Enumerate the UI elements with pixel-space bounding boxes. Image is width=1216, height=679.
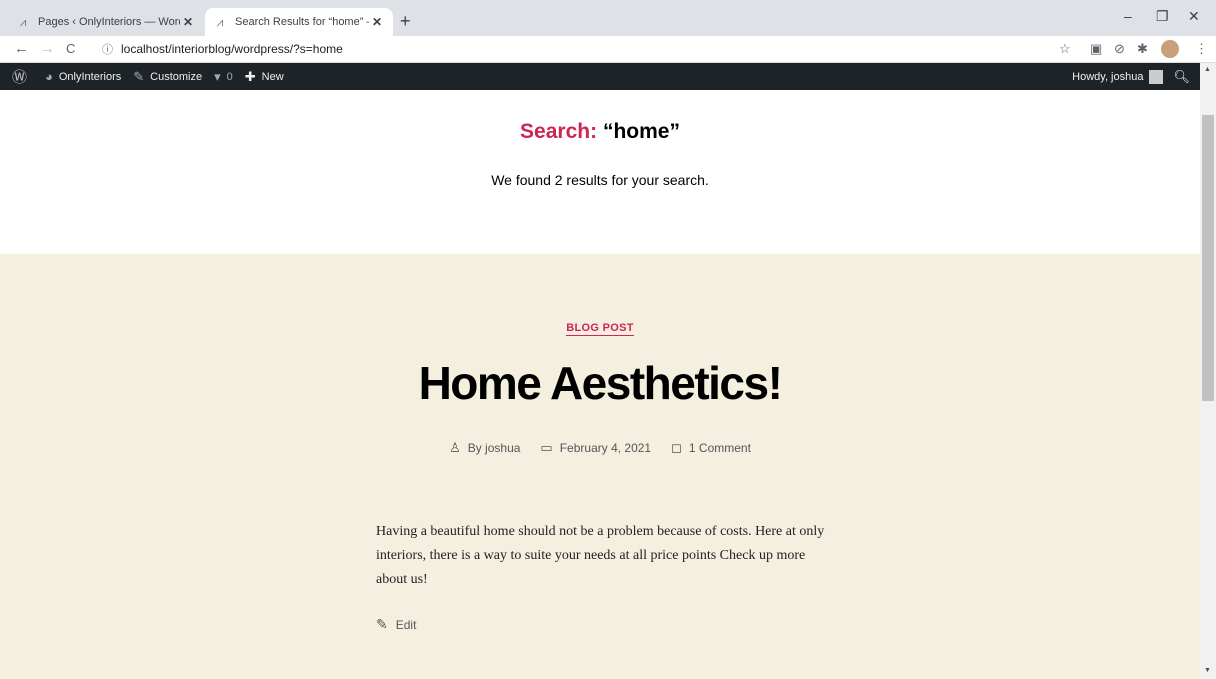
post-title[interactable]: Home Aesthetics! <box>0 356 1200 410</box>
calendar-icon: ▭ <box>540 440 553 455</box>
post-author[interactable]: ♙ By joshua <box>449 440 520 456</box>
site-name-menu[interactable]: ◕ OnlyInteriors <box>45 69 121 84</box>
wordpress-favicon-icon: ⩘ <box>216 15 224 29</box>
restore-button[interactable]: ❐ <box>1156 8 1169 25</box>
post-card: BLOG POST Home Aesthetics! ♙ By joshua ▭… <box>0 254 1200 679</box>
tab-close-icon[interactable]: ✕ <box>369 15 385 29</box>
comment-icon: ◻ <box>671 440 682 455</box>
tab-pages[interactable]: ⩘ Pages ‹ OnlyInteriors — WordPre ✕ <box>8 8 204 36</box>
brush-icon: ✎ <box>133 68 145 84</box>
search-query: “home” <box>602 120 680 143</box>
profile-avatar[interactable] <box>1161 40 1179 58</box>
extension-clock-icon[interactable]: ⊘ <box>1114 41 1125 57</box>
address-bar[interactable]: ⓘ localhost/interiorblog/wordpress/?s=ho… <box>90 38 1080 60</box>
wordpress-favicon-icon: ⩘ <box>19 15 27 29</box>
tab-title: Pages ‹ OnlyInteriors — WordPre <box>38 16 180 28</box>
page-scrollbar[interactable]: ▲ ▼ <box>1200 63 1216 679</box>
tab-close-icon[interactable]: ✕ <box>180 15 196 29</box>
search-icon[interactable]: 🔍︎ <box>1173 69 1190 85</box>
tab-title: Search Results for “home” – Only <box>235 16 369 28</box>
howdy-user-menu[interactable]: Howdy, joshua <box>1072 71 1143 83</box>
scrollbar-thumb[interactable] <box>1202 115 1214 401</box>
info-icon[interactable]: ⓘ <box>102 41 113 57</box>
minimize-button[interactable]: – <box>1124 8 1132 24</box>
user-icon: ♙ <box>449 440 461 455</box>
browser-tab-strip: ⩘ Pages ‹ OnlyInteriors — WordPre ✕ ⩘ Se… <box>0 0 1216 36</box>
menu-kebab-icon[interactable]: ⋮ <box>1195 41 1208 57</box>
post-category: BLOG POST <box>0 318 1200 336</box>
new-label: New <box>261 70 284 83</box>
post-date[interactable]: ▭ February 4, 2021 <box>540 440 651 456</box>
comment-bubble-icon: ▾ <box>214 68 221 84</box>
back-button[interactable]: ← <box>14 40 29 57</box>
author-text: By joshua <box>467 441 521 455</box>
post-comments[interactable]: ◻ 1 Comment <box>671 440 751 456</box>
bookmark-star-icon[interactable]: ☆ <box>1059 41 1071 57</box>
wordpress-logo-icon: Ⓦ <box>12 69 28 86</box>
wp-admin-bar: Ⓦ ◕ OnlyInteriors ✎ Customize ▾ 0 ✚ New … <box>0 63 1200 90</box>
scroll-down-arrow-icon[interactable]: ▼ <box>1204 667 1211 674</box>
search-label: Search: <box>520 120 598 143</box>
extensions-puzzle-icon[interactable]: ✱ <box>1137 41 1148 57</box>
category-link[interactable]: BLOG POST <box>566 322 634 336</box>
extension-icon[interactable]: ▣ <box>1090 41 1102 57</box>
comments-text: 1 Comment <box>688 441 751 455</box>
tab-search-results[interactable]: ⩘ Search Results for “home” – Only ✕ <box>205 8 393 36</box>
search-header: Search: “home” We found 2 results for yo… <box>0 90 1200 254</box>
scroll-up-arrow-icon[interactable]: ▲ <box>1204 66 1211 73</box>
search-results-description: We found 2 results for your search. <box>491 172 709 188</box>
browser-toolbar: ← → C ⓘ localhost/interiorblog/wordpress… <box>0 36 1216 63</box>
edit-post-link[interactable]: ✎ Edit <box>376 616 416 633</box>
url-text: localhost/interiorblog/wordpress/?s=home <box>121 42 343 56</box>
plus-icon: ✚ <box>244 68 256 84</box>
edit-label: Edit <box>395 617 417 632</box>
date-text: February 4, 2021 <box>559 441 652 455</box>
reload-button[interactable]: C <box>66 41 75 56</box>
user-avatar[interactable] <box>1149 69 1164 84</box>
post-excerpt: Having a beautiful home should not be a … <box>376 524 825 587</box>
comments-count: 0 <box>226 70 233 83</box>
new-tab-button[interactable]: + <box>400 12 411 30</box>
customize-link[interactable]: ✎ Customize <box>133 69 202 85</box>
customize-label: Customize <box>150 70 203 83</box>
site-name: OnlyInteriors <box>58 70 122 83</box>
close-window-button[interactable]: ✕ <box>1188 8 1200 25</box>
comments-link[interactable]: ▾ 0 <box>214 69 233 85</box>
new-content-menu[interactable]: ✚ New <box>245 69 284 85</box>
page-content: Search: “home” We found 2 results for yo… <box>0 90 1200 679</box>
edit-pencil-icon: ✎ <box>376 616 388 632</box>
search-title: Search: “home” <box>0 120 1200 144</box>
dashboard-icon: ◕ <box>45 69 53 84</box>
wp-logo-menu[interactable]: Ⓦ <box>12 66 33 87</box>
forward-button[interactable]: → <box>40 40 55 57</box>
post-meta: ♙ By joshua ▭ February 4, 2021 ◻ 1 Comme… <box>0 440 1200 456</box>
